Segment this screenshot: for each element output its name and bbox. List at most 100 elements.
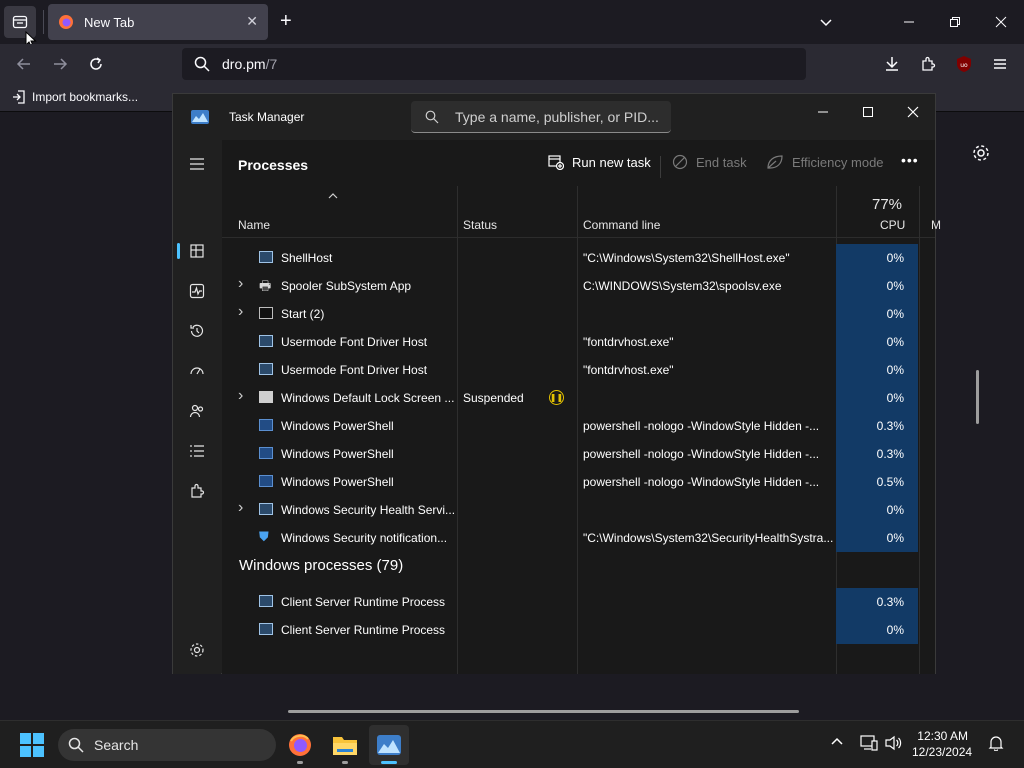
nav-services[interactable] — [181, 475, 213, 507]
forward-button[interactable] — [46, 52, 74, 76]
process-name: Spooler SubSystem App — [281, 279, 412, 293]
column-header-cpu[interactable]: CPU — [880, 218, 905, 232]
volume-button[interactable] — [885, 735, 903, 754]
process-cpu: 0.3% — [836, 588, 918, 616]
nav-details[interactable] — [181, 435, 213, 467]
column-header-name[interactable]: Name — [238, 218, 270, 232]
nav-performance[interactable] — [181, 275, 213, 307]
task-manager-search-input[interactable]: Type a name, publisher, or PID... — [411, 101, 671, 133]
ublock-origin-button[interactable]: uo — [950, 52, 978, 76]
process-row[interactable]: Client Server Runtime Process 0.3% — [222, 588, 935, 616]
import-bookmarks-item[interactable]: Import bookmarks... — [12, 90, 138, 104]
expand-chevron-icon[interactable]: › — [238, 387, 243, 405]
notifications-button[interactable] — [988, 735, 1004, 754]
run-new-task-button[interactable]: Run new task — [548, 154, 651, 170]
list-all-tabs-button[interactable] — [811, 8, 841, 36]
nav-users[interactable] — [181, 395, 213, 427]
process-row[interactable]: Usermode Font Driver Host "fontdrvhost.ex… — [222, 328, 935, 356]
process-cpu: 0% — [836, 524, 918, 552]
process-name: Windows Default Lock Screen ... — [281, 391, 455, 405]
maximize-icon — [863, 107, 873, 117]
folder-icon — [333, 737, 357, 755]
more-options-button[interactable]: ••• — [901, 152, 919, 168]
group-header-windows-processes[interactable]: Windows processes (79) — [222, 552, 935, 588]
extensions-button[interactable] — [914, 52, 942, 76]
process-row[interactable]: Windows PowerShell powershell -nologo -Wi… — [222, 468, 935, 496]
process-row[interactable]: › Windows Default Lock Screen ... Suspende… — [222, 384, 935, 412]
page-title: Processes — [238, 157, 309, 173]
powershell-icon — [259, 447, 273, 459]
process-cpu: 0% — [836, 244, 918, 272]
efficiency-mode-button[interactable]: Efficiency mode — [766, 154, 884, 170]
process-name: Client Server Runtime Process — [281, 595, 446, 609]
process-row[interactable]: › Windows Security Health Servi... 0% — [222, 496, 935, 524]
process-row[interactable]: ShellHost "C:\Windows\System32\ShellHost.… — [222, 244, 935, 272]
nav-settings[interactable] — [181, 634, 213, 666]
back-button[interactable] — [10, 52, 38, 76]
taskbar-search[interactable]: Search — [58, 729, 276, 761]
tm-minimize-button[interactable] — [800, 98, 846, 126]
users-icon — [189, 404, 204, 418]
minimize-button[interactable] — [894, 8, 924, 36]
process-row[interactable]: Windows PowerShell powershell -nologo -Wi… — [222, 440, 935, 468]
windows-logo-pane — [20, 746, 31, 757]
shield-icon: ⛊ — [259, 529, 269, 544]
column-header-status[interactable]: Status — [463, 218, 497, 232]
process-list: ShellHost "C:\Windows\System32\ShellHost.… — [222, 238, 935, 660]
new-tab-button[interactable]: + — [280, 10, 292, 33]
taskbar-task-manager[interactable] — [369, 725, 409, 765]
process-row[interactable]: Windows PowerShell powershell -nologo -Wi… — [222, 412, 935, 440]
tm-close-button[interactable] — [890, 98, 936, 126]
nav-startup-apps[interactable] — [181, 355, 213, 387]
process-command-line: powershell -nologo -WindowStyle Hidden -… — [583, 447, 820, 461]
show-hidden-icons-button[interactable] — [830, 735, 844, 752]
process-row[interactable]: › Start (2) 0% — [222, 300, 935, 328]
column-header-memory[interactable]: M — [931, 218, 941, 232]
browser-tab-bar: New Tab ✕ + — [0, 0, 1024, 49]
url-path: /7 — [265, 56, 278, 72]
tab-separator — [43, 10, 44, 34]
ublock-origin-icon: uo — [957, 56, 971, 72]
tab-new-tab[interactable]: New Tab ✕ — [48, 4, 268, 40]
process-row[interactable]: Usermode Font Driver Host "fontdrvhost.ex… — [222, 356, 935, 384]
tm-maximize-button[interactable] — [845, 98, 891, 126]
horizontal-scrollbar[interactable] — [288, 710, 799, 713]
nav-toggle-button[interactable] — [181, 148, 213, 180]
minimize-icon — [904, 21, 914, 23]
start-button[interactable] — [20, 733, 44, 757]
taskbar-file-explorer[interactable] — [325, 725, 365, 765]
column-header-command-line[interactable]: Command line — [583, 218, 660, 232]
reload-button[interactable] — [82, 52, 110, 76]
downloads-button[interactable] — [878, 52, 906, 76]
nav-processes[interactable] — [181, 235, 213, 267]
process-row[interactable]: Client Server Runtime Process 0% — [222, 616, 935, 644]
restore-button[interactable] — [940, 8, 970, 36]
end-task-icon — [672, 154, 688, 170]
expand-chevron-icon[interactable]: › — [238, 499, 243, 517]
process-cpu: 0% — [836, 496, 918, 524]
process-row[interactable]: › 🖶 Spooler SubSystem App C:\WINDOWS\System… — [222, 272, 935, 300]
network-button[interactable] — [860, 735, 878, 754]
app-menu-button[interactable] — [986, 52, 1014, 76]
url-bar[interactable]: dro.pm/7 — [182, 48, 806, 80]
nav-app-history[interactable] — [181, 315, 213, 347]
vertical-scrollbar[interactable] — [976, 370, 979, 424]
process-name: Windows Security Health Servi... — [281, 503, 456, 517]
end-task-button[interactable]: End task — [672, 154, 747, 170]
expand-chevron-icon[interactable]: › — [238, 275, 243, 293]
tab-close-icon[interactable]: ✕ — [246, 13, 258, 30]
clock[interactable]: 12:30 AM 12/23/2024 — [912, 728, 972, 760]
process-row[interactable]: ⛊ Windows Security notification... "C:\Win… — [222, 524, 935, 552]
arrow-right-icon — [54, 58, 68, 70]
list-icon — [190, 445, 204, 457]
search-icon — [425, 110, 439, 123]
taskbar-firefox[interactable] — [280, 725, 320, 765]
history-icon — [190, 324, 204, 337]
browser-nav-bar: dro.pm/7 uo — [0, 44, 1024, 84]
end-task-label: End task — [696, 154, 747, 170]
close-button[interactable] — [986, 8, 1016, 36]
newtab-settings-button[interactable] — [972, 144, 990, 167]
import-bookmarks-label: Import bookmarks... — [32, 90, 139, 104]
minimize-icon — [818, 111, 828, 113]
expand-chevron-icon[interactable]: › — [238, 303, 243, 321]
